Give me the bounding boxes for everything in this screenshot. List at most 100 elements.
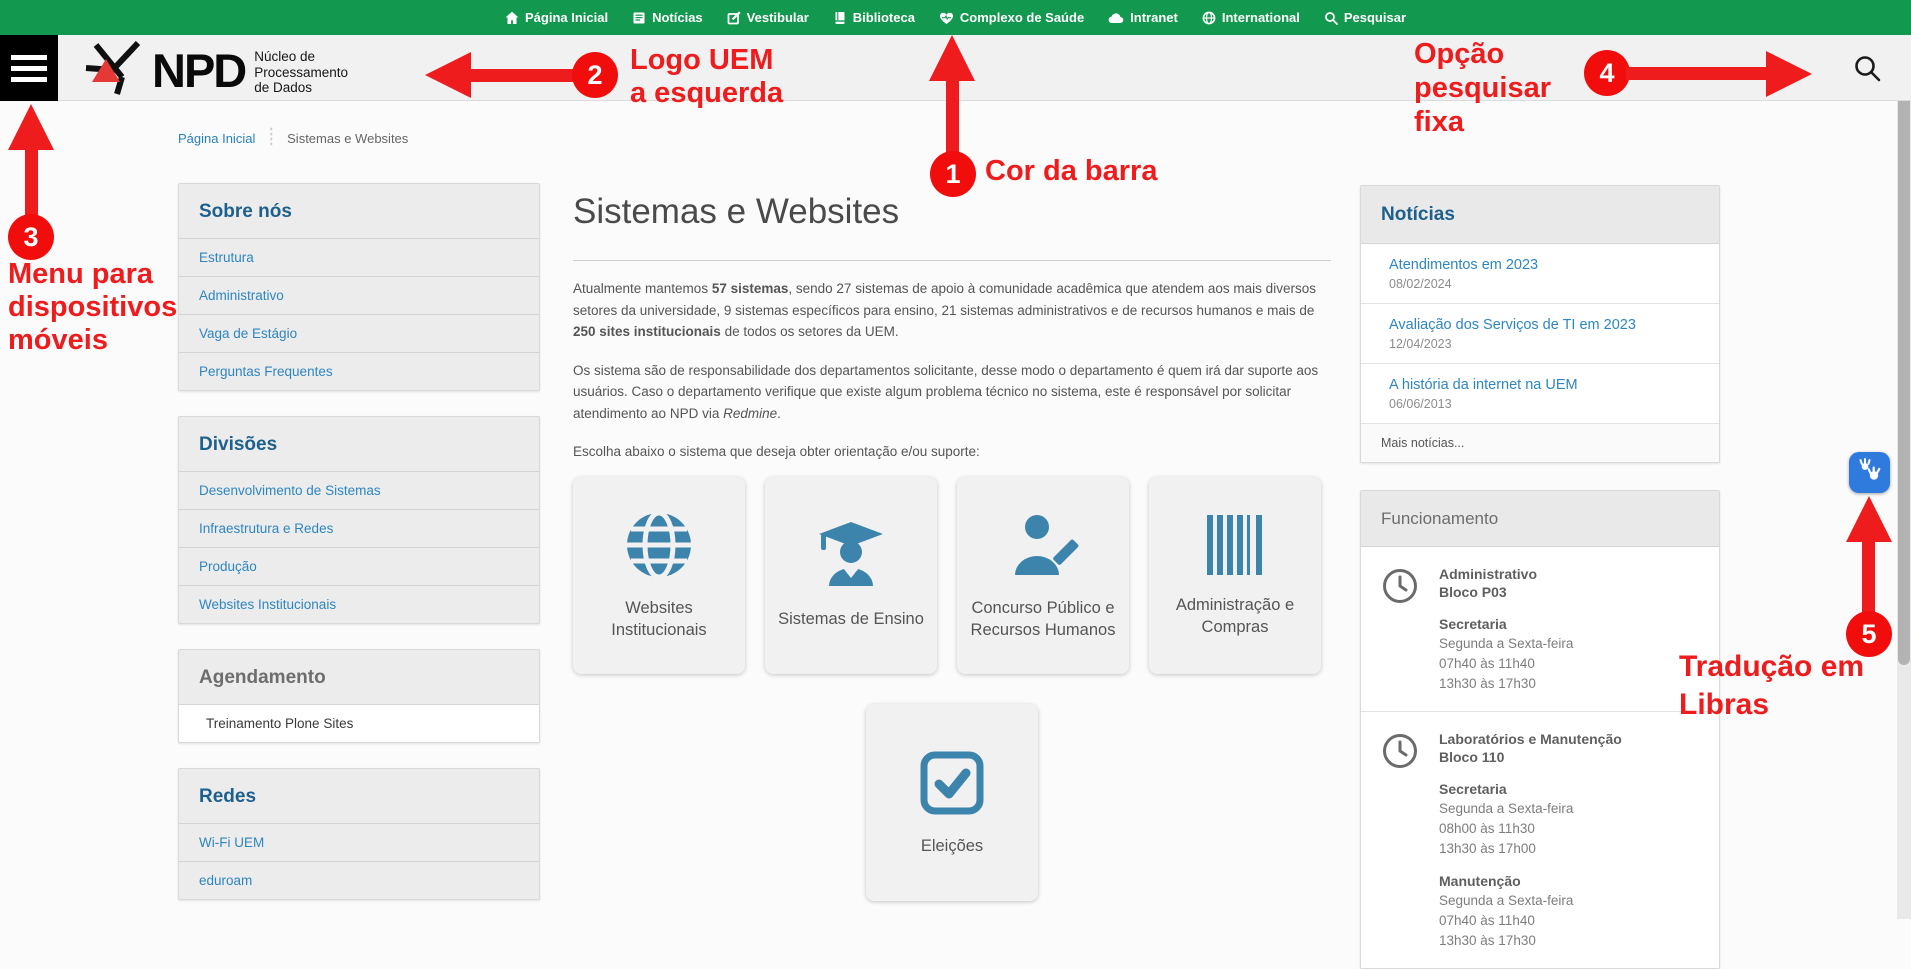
news-header: Notícias xyxy=(1361,186,1719,244)
hours-section-label: Secretaria xyxy=(1439,615,1573,633)
sidebar-item-administrativo[interactable]: Administrativo xyxy=(179,277,539,315)
hours-unit-location: Bloco 110 xyxy=(1439,748,1622,766)
scrollbar-thumb[interactable] xyxy=(1898,40,1910,665)
hours-line: 07h40 às 11h40 xyxy=(1439,655,1573,673)
card-sistemas-de-ensino[interactable]: Sistemas de Ensino xyxy=(765,477,937,674)
topbar-link-label: Intranet xyxy=(1130,10,1178,25)
topbar-link-complexo-saude[interactable]: Complexo de Saúde xyxy=(939,10,1084,25)
breadcrumb-home-link[interactable]: Página Inicial xyxy=(178,131,255,146)
topbar-link-biblioteca[interactable]: Biblioteca xyxy=(833,10,915,25)
topbar-link-label: Pesquisar xyxy=(1344,10,1406,25)
sidebar-section-redes: Redes Wi-Fi UEM eduroam xyxy=(178,768,540,900)
sidebar-section-agendamento: Agendamento Treinamento Plone Sites xyxy=(178,649,540,743)
sidebar-item-desenvolvimento-de-sistemas[interactable]: Desenvolvimento de Sistemas xyxy=(179,472,539,510)
scrollbar[interactable] xyxy=(1897,35,1911,919)
news-date: 06/06/2013 xyxy=(1389,397,1699,411)
npd-logo[interactable]: NPD Núcleo de Processamento de Dados xyxy=(84,41,348,100)
search-icon xyxy=(1851,52,1883,84)
sidebar-item-vaga-de-estagio[interactable]: Vaga de Estágio xyxy=(179,315,539,353)
annotation-label-3b: dispositivos xyxy=(8,291,177,324)
opening-hours-portlet: Funcionamento Administrativo Bloco P03 S… xyxy=(1360,490,1720,969)
topbar-link-vestibular[interactable]: Vestibular xyxy=(727,10,809,25)
title-divider xyxy=(573,260,1331,261)
breadcrumb-current: Sistemas e Websites xyxy=(287,131,408,146)
card-eleicoes[interactable]: Eleições xyxy=(866,704,1038,901)
news-link[interactable]: A história da internet na UEM xyxy=(1389,377,1699,393)
news-link[interactable]: Avaliação dos Serviços de TI em 2023 xyxy=(1389,317,1699,333)
search-icon xyxy=(1324,11,1338,25)
topbar-link-international[interactable]: International xyxy=(1202,10,1300,25)
topbar-link-label: International xyxy=(1222,10,1300,25)
card-websites-institucionais[interactable]: Websites Institucionais xyxy=(573,477,745,674)
topbar-link-label: Página Inicial xyxy=(525,10,608,25)
sidebar-item-infraestrutura-e-redes[interactable]: Infraestrutura e Redes xyxy=(179,510,539,548)
header-search-button[interactable] xyxy=(1851,52,1883,89)
topbar-link-noticias[interactable]: Notícias xyxy=(632,10,703,25)
libras-translator-button[interactable] xyxy=(1849,452,1890,493)
page-title: Sistemas e Websites xyxy=(573,192,1331,232)
npd-logo-subtitle-line: Núcleo de xyxy=(254,49,348,65)
card-administracao-e-compras[interactable]: Administração e Compras xyxy=(1149,477,1321,674)
system-cards-row: Websites Institucionais Sistemas de Ensi… xyxy=(573,477,1331,674)
news-item[interactable]: Avaliação dos Serviços de TI em 2023 12/… xyxy=(1361,304,1719,364)
more-news-link[interactable]: Mais notícias... xyxy=(1361,424,1719,462)
sidebar-item-eduroam[interactable]: eduroam xyxy=(179,862,539,899)
sidebar-section-title: Divisões xyxy=(179,417,539,472)
book-icon xyxy=(833,11,847,25)
site-header: NPD Núcleo de Processamento de Dados xyxy=(0,35,1911,101)
npd-wordmark: NPD xyxy=(152,44,245,98)
news-link[interactable]: Atendimentos em 2023 xyxy=(1389,257,1699,273)
sidebar-section-title: Redes xyxy=(179,769,539,824)
sidebar-item-treinamento-plone-sites[interactable]: Treinamento Plone Sites xyxy=(179,705,539,742)
sidebar-section-divisoes: Divisões Desenvolvimento de Sistemas Inf… xyxy=(178,416,540,624)
hamburger-bar xyxy=(11,77,47,82)
globe-icon xyxy=(623,509,695,586)
annotation-badge-3: 3 xyxy=(8,214,54,260)
card-label: Websites Institucionais xyxy=(573,598,745,640)
annotation-badge-1: 1 xyxy=(930,151,976,197)
cloud-icon xyxy=(1108,11,1124,25)
hours-content: Administrativo Bloco P03 Secretaria Segu… xyxy=(1439,565,1573,693)
topbar-link-label: Complexo de Saúde xyxy=(960,10,1084,25)
breadcrumb: Página Inicial ⦙ Sistemas e Websites xyxy=(178,128,408,148)
libras-hands-icon xyxy=(1857,457,1883,488)
topbar-link-pagina-inicial[interactable]: Página Inicial xyxy=(505,10,608,25)
annotation-label-3c: móveis xyxy=(8,324,108,357)
barcode-icon xyxy=(1201,512,1269,583)
hours-block-laboratorios: Laboratórios e Manutenção Bloco 110 Secr… xyxy=(1361,711,1719,968)
sidebar-section-sobre-nos: Sobre nós Estrutura Administrativo Vaga … xyxy=(178,183,540,391)
hamburger-bar xyxy=(11,66,47,71)
news-date: 08/02/2024 xyxy=(1389,277,1699,291)
npd-logo-subtitle-line: de Dados xyxy=(254,80,348,96)
sidebar-item-perguntas-frequentes[interactable]: Perguntas Frequentes xyxy=(179,353,539,390)
hours-section-label: Manutenção xyxy=(1439,872,1622,890)
hours-line: 13h30 às 17h30 xyxy=(1439,932,1622,950)
topbar-link-label: Notícias xyxy=(652,10,703,25)
sidebar-item-wifi-uem[interactable]: Wi-Fi UEM xyxy=(179,824,539,862)
topbar-link-pesquisar[interactable]: Pesquisar xyxy=(1324,10,1406,25)
arrow-shaft xyxy=(1862,538,1875,616)
right-sidebar: Notícias Atendimentos em 2023 08/02/2024… xyxy=(1360,185,1720,969)
news-date: 12/04/2023 xyxy=(1389,337,1699,351)
sidebar-item-estrutura[interactable]: Estrutura xyxy=(179,239,539,277)
news-item[interactable]: Atendimentos em 2023 08/02/2024 xyxy=(1361,244,1719,304)
card-concurso-publico-rh[interactable]: Concurso Público e Recursos Humanos xyxy=(957,477,1129,674)
news-item[interactable]: A história da internet na UEM 06/06/2013 xyxy=(1361,364,1719,424)
annotation-label-4c: fixa xyxy=(1414,106,1464,139)
text-run-italic: Redmine xyxy=(723,406,777,421)
home-icon xyxy=(505,11,519,25)
sidebar-item-producao[interactable]: Produção xyxy=(179,548,539,586)
text-run: Os sistema são de responsabilidade dos d… xyxy=(573,363,1318,421)
hours-unit-name: Administrativo xyxy=(1439,565,1573,583)
topbar-link-intranet[interactable]: Intranet xyxy=(1108,10,1178,25)
hamburger-menu-button[interactable] xyxy=(0,35,58,101)
text-run: Atualmente mantemos xyxy=(573,281,712,296)
sidebar-item-websites-institucionais[interactable]: Websites Institucionais xyxy=(179,586,539,623)
hours-line: 08h00 às 11h30 xyxy=(1439,820,1622,838)
hours-content: Laboratórios e Manutenção Bloco 110 Secr… xyxy=(1439,730,1622,950)
hours-line: 13h30 às 17h30 xyxy=(1439,675,1573,693)
text-run-bold: 57 sistemas xyxy=(712,281,789,296)
sidebar-section-title: Agendamento xyxy=(179,650,539,705)
hours-section-label: Secretaria xyxy=(1439,780,1622,798)
annotation-label-1: Cor da barra xyxy=(985,155,1157,188)
